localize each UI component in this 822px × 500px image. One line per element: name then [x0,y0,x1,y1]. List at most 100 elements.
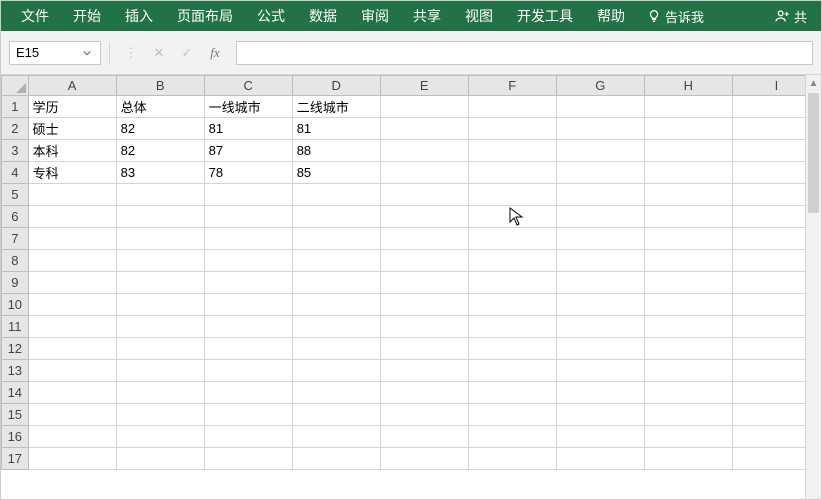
cell[interactable] [468,316,556,338]
cell[interactable] [204,360,292,382]
row-header[interactable]: 4 [2,162,29,184]
cell[interactable] [116,206,204,228]
cell[interactable] [556,404,644,426]
cell[interactable] [116,228,204,250]
cell[interactable] [204,272,292,294]
cell[interactable] [292,206,380,228]
row-header[interactable]: 3 [2,140,29,162]
scroll-up-icon[interactable]: ▲ [806,75,821,91]
cell[interactable] [380,272,468,294]
cell[interactable]: 二线城市 [292,96,380,118]
more-icon[interactable]: ⋮ [118,41,144,65]
cell[interactable] [644,206,732,228]
cell[interactable] [644,404,732,426]
cell[interactable] [380,162,468,184]
menu-view[interactable]: 视图 [453,1,505,31]
cell[interactable]: 硕士 [28,118,116,140]
row-header[interactable]: 5 [2,184,29,206]
cell[interactable] [116,294,204,316]
cell[interactable] [292,272,380,294]
cell[interactable] [644,448,732,470]
row-header[interactable]: 11 [2,316,29,338]
cell[interactable] [468,228,556,250]
cell[interactable] [292,294,380,316]
cell[interactable] [204,250,292,272]
cell[interactable] [380,184,468,206]
cell[interactable] [204,448,292,470]
row-header[interactable]: 1 [2,96,29,118]
menu-tell-me[interactable]: 告诉我 [637,1,714,31]
row-header[interactable]: 10 [2,294,29,316]
cell[interactable] [116,426,204,448]
cell[interactable] [468,294,556,316]
cell[interactable] [468,162,556,184]
cell[interactable] [28,206,116,228]
menu-review[interactable]: 审阅 [349,1,401,31]
cell[interactable] [116,316,204,338]
cell[interactable] [28,184,116,206]
row-header[interactable]: 17 [2,448,29,470]
cell[interactable]: 87 [204,140,292,162]
cell[interactable] [644,96,732,118]
formula-input[interactable] [236,41,813,65]
row-header[interactable]: 16 [2,426,29,448]
cell[interactable] [380,382,468,404]
cell[interactable] [116,250,204,272]
cell[interactable] [644,338,732,360]
col-header[interactable]: G [556,76,644,96]
cell[interactable]: 总体 [116,96,204,118]
cell[interactable] [468,140,556,162]
cell[interactable] [116,404,204,426]
menu-share[interactable]: 共享 [401,1,453,31]
row-header[interactable]: 14 [2,382,29,404]
cell[interactable] [204,426,292,448]
col-header[interactable]: A [28,76,116,96]
name-box[interactable]: E15 [9,41,101,65]
menu-page-layout[interactable]: 页面布局 [165,1,245,31]
cell[interactable] [292,404,380,426]
cell[interactable] [380,426,468,448]
cell[interactable] [116,184,204,206]
col-header[interactable]: D [292,76,380,96]
cell[interactable] [204,404,292,426]
cell[interactable] [204,338,292,360]
cell[interactable]: 专科 [28,162,116,184]
menu-developer[interactable]: 开发工具 [505,1,585,31]
cell[interactable] [468,272,556,294]
row-header[interactable]: 6 [2,206,29,228]
cell[interactable]: 78 [204,162,292,184]
cell[interactable] [556,96,644,118]
cell[interactable] [556,228,644,250]
menu-help[interactable]: 帮助 [585,1,637,31]
cell[interactable] [380,316,468,338]
cell[interactable] [644,140,732,162]
cell[interactable]: 82 [116,118,204,140]
cell[interactable] [116,382,204,404]
cell[interactable] [468,250,556,272]
cell[interactable] [28,272,116,294]
menu-file[interactable]: 文件 [9,1,61,31]
row-header[interactable]: 12 [2,338,29,360]
cell[interactable] [380,294,468,316]
col-header[interactable]: E [380,76,468,96]
cell[interactable] [644,426,732,448]
cell[interactable] [644,184,732,206]
cell[interactable] [556,250,644,272]
cell[interactable] [468,338,556,360]
cell[interactable]: 82 [116,140,204,162]
spreadsheet[interactable]: A B C D E F G H I 1学历总体一线城市二线城市2硕士828181… [1,75,821,470]
cell[interactable] [556,206,644,228]
cell[interactable] [644,316,732,338]
cell[interactable] [116,360,204,382]
cell[interactable] [380,228,468,250]
cell[interactable] [28,294,116,316]
cell[interactable] [204,206,292,228]
cell[interactable] [28,316,116,338]
cell[interactable] [28,382,116,404]
cell[interactable]: 本科 [28,140,116,162]
cell[interactable]: 88 [292,140,380,162]
cell[interactable] [380,404,468,426]
cell[interactable]: 学历 [28,96,116,118]
menu-formulas[interactable]: 公式 [245,1,297,31]
cell[interactable] [28,228,116,250]
